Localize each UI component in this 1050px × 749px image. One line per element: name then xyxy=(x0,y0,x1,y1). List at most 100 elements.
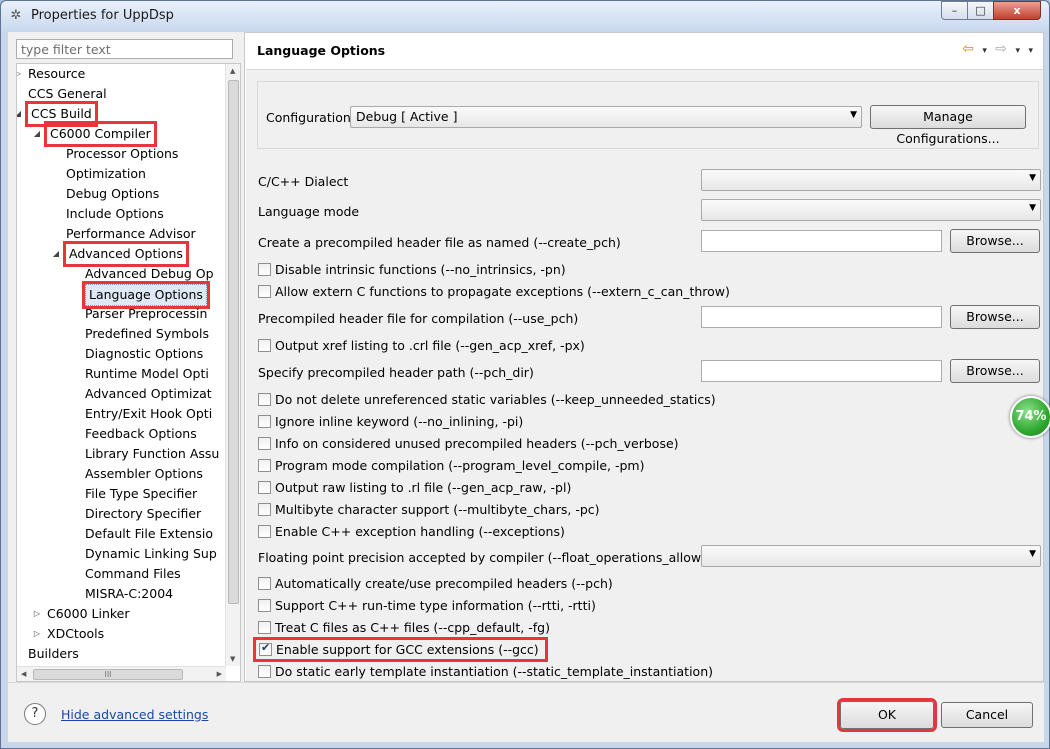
rtti-checkbox[interactable] xyxy=(258,599,271,612)
collapse-arrow-icon[interactable]: ◢ xyxy=(31,124,43,144)
extern-c-checkbox[interactable] xyxy=(258,285,271,298)
tree-hscroll-thumb[interactable]: III xyxy=(33,669,183,680)
rtti-option[interactable]: Support C++ run-time type information (-… xyxy=(258,598,596,613)
tree-item-label: File Type Specifier xyxy=(85,486,198,501)
no-inlining-checkbox[interactable] xyxy=(258,415,271,428)
tree-vscroll-thumb[interactable] xyxy=(228,80,239,604)
maximize-button[interactable]: □ xyxy=(967,1,994,20)
collapse-arrow-icon[interactable]: ◢ xyxy=(50,244,62,264)
forward-arrow-icon[interactable]: ⇨ xyxy=(995,41,1007,57)
keep-unneeded-checkbox[interactable] xyxy=(258,393,271,406)
pch-verbose-checkbox[interactable] xyxy=(258,437,271,450)
expand-arrow-icon[interactable]: ▷ xyxy=(17,64,24,84)
property-tree: ▷ResourceCCS General◢CCS Build◢C6000 Com… xyxy=(16,63,241,682)
exceptions-checkbox[interactable] xyxy=(258,525,271,538)
use-pch-browse-button[interactable]: Browse... xyxy=(950,305,1040,329)
scroll-up-icon[interactable]: ▲ xyxy=(230,67,235,75)
gen-acp-xref-option[interactable]: Output xref listing to .crl file (--gen_… xyxy=(258,338,585,353)
cpp-default-option[interactable]: Treat C files as C++ files (--cpp_defaul… xyxy=(258,620,550,635)
no-inlining-option[interactable]: Ignore inline keyword (--no_inlining, -p… xyxy=(258,414,523,429)
configuration-label: Configuration: xyxy=(266,110,355,125)
cpp-default-checkbox[interactable] xyxy=(258,621,271,634)
program-level-option[interactable]: Program mode compilation (--program_leve… xyxy=(258,458,644,473)
filter-input[interactable]: type filter text xyxy=(16,39,233,59)
multibyte-option[interactable]: Multibyte character support (--multibyte… xyxy=(258,502,600,517)
minimize-button[interactable]: – xyxy=(941,1,968,20)
program-level-checkbox[interactable] xyxy=(258,459,271,472)
configuration-value: Debug [ Active ] xyxy=(356,109,458,124)
ok-button[interactable]: OK xyxy=(837,698,937,732)
float-ops-label: Floating point precision accepted by com… xyxy=(258,550,722,565)
keep-unneeded-option[interactable]: Do not delete unreferenced static variab… xyxy=(258,392,716,407)
manage-configurations-button[interactable]: Manage Configurations... xyxy=(870,105,1026,146)
auto-pch-option[interactable]: Automatically create/use precompiled hea… xyxy=(258,576,613,591)
tree-item-label: Advanced Optimizat xyxy=(85,386,212,401)
tree-horizontal-scrollbar[interactable]: ◀ III ▶ xyxy=(17,666,226,681)
view-menu-icon[interactable]: ▾ xyxy=(1028,46,1033,56)
progress-badge[interactable]: 74% xyxy=(1010,396,1050,438)
back-arrow-icon[interactable]: ⇦ xyxy=(962,41,974,57)
create-pch-browse-button[interactable]: Browse... xyxy=(950,229,1040,253)
rtti-label: Support C++ run-time type information (-… xyxy=(275,598,596,613)
no-intrinsics-option[interactable]: Disable intrinsic functions (--no_intrin… xyxy=(258,262,566,277)
multibyte-label: Multibyte character support (--multibyte… xyxy=(275,502,600,517)
help-icon[interactable]: ? xyxy=(24,703,46,725)
scroll-right-icon[interactable]: ▶ xyxy=(217,670,222,678)
create-pch-label: Create a precompiled header file as name… xyxy=(258,235,621,250)
extern-c-option[interactable]: Allow extern C functions to propagate ex… xyxy=(258,284,730,299)
use-pch-input[interactable] xyxy=(701,306,942,328)
properties-dialog: ✲ Properties for UppDsp – □ x type filte… xyxy=(0,0,1050,749)
no-intrinsics-label: Disable intrinsic functions (--no_intrin… xyxy=(275,262,566,277)
auto-pch-checkbox[interactable] xyxy=(258,577,271,590)
expand-arrow-icon[interactable]: ▷ xyxy=(31,604,43,624)
language-mode-select[interactable]: ▼ xyxy=(701,199,1041,221)
configuration-group: Configuration: Debug [ Active ] ▼ Manage… xyxy=(257,81,1039,149)
program-level-label: Program mode compilation (--program_leve… xyxy=(275,458,645,473)
tree-item-label: Processor Options xyxy=(66,146,179,161)
dialog-button-bar: ? Hide advanced settings OK Cancel xyxy=(8,682,1044,742)
float-ops-select[interactable]: ▼ xyxy=(701,545,1041,567)
tree-item-label: C6000 Linker xyxy=(47,606,130,621)
gen-acp-raw-checkbox[interactable] xyxy=(258,481,271,494)
create-pch-input[interactable] xyxy=(701,230,942,252)
tree-item-label: Language Options xyxy=(82,281,210,309)
close-button[interactable]: x xyxy=(993,1,1041,20)
configuration-select[interactable]: Debug [ Active ] ▼ xyxy=(350,106,862,128)
cancel-button[interactable]: Cancel xyxy=(941,702,1033,728)
settings-panel: Language Options ⇦ ▾ ⇨ ▾ ▾ Configuration… xyxy=(244,32,1044,682)
keep-unneeded-label: Do not delete unreferenced static variab… xyxy=(275,392,716,407)
collapse-arrow-icon[interactable]: ◢ xyxy=(17,104,24,124)
multibyte-checkbox[interactable] xyxy=(258,503,271,516)
chevron-down-icon: ▼ xyxy=(850,110,857,120)
tree-item-label: Library Function Assu xyxy=(85,446,220,461)
expand-arrow-icon[interactable]: ▷ xyxy=(31,624,43,644)
tree-item-label: Runtime Model Opti xyxy=(85,366,209,381)
dialog-client: type filter text ▷ResourceCCS General◢CC… xyxy=(8,32,1044,742)
app-icon: ✲ xyxy=(10,8,22,23)
tree-item-label: Entry/Exit Hook Opti xyxy=(85,406,213,421)
gcc-extensions-option[interactable]: ✔ Enable support for GCC extensions (--gc… xyxy=(253,637,548,662)
hide-advanced-settings-link[interactable]: Hide advanced settings xyxy=(61,707,208,722)
gen-acp-xref-label: Output xref listing to .crl file (--gen_… xyxy=(275,338,585,353)
pch-verbose-option[interactable]: Info on considered unused precompiled he… xyxy=(258,436,679,451)
exceptions-option[interactable]: Enable C++ exception handling (--excepti… xyxy=(258,524,565,539)
back-menu-icon[interactable]: ▾ xyxy=(982,46,987,56)
cpp-default-label: Treat C files as C++ files (--cpp_defaul… xyxy=(275,620,550,635)
pch-dir-browse-button[interactable]: Browse... xyxy=(950,359,1040,383)
static-template-checkbox[interactable] xyxy=(258,665,271,678)
tree-vertical-scrollbar[interactable]: ▲ ▼ xyxy=(225,64,240,666)
pch-dir-input[interactable] xyxy=(701,360,942,382)
no-intrinsics-checkbox[interactable] xyxy=(258,263,271,276)
tree-item-label: CCS General xyxy=(28,86,107,101)
gen-acp-xref-checkbox[interactable] xyxy=(258,339,271,352)
forward-menu-icon[interactable]: ▾ xyxy=(1015,46,1020,56)
scroll-down-icon[interactable]: ▼ xyxy=(230,655,235,663)
scroll-left-icon[interactable]: ◀ xyxy=(21,670,26,678)
dialect-select[interactable]: ▼ xyxy=(701,169,1041,191)
gcc-extensions-checkbox[interactable]: ✔ xyxy=(259,641,272,656)
gen-acp-raw-option[interactable]: Output raw listing to .rl file (--gen_ac… xyxy=(258,480,571,495)
pch-dir-label: Specify precompiled header path (--pch_d… xyxy=(258,365,534,380)
tree-item-label: MISRA-C:2004 xyxy=(85,586,174,601)
static-template-option[interactable]: Do static early template instantiation (… xyxy=(258,664,713,679)
tree-item-label: Command Files xyxy=(85,566,181,581)
